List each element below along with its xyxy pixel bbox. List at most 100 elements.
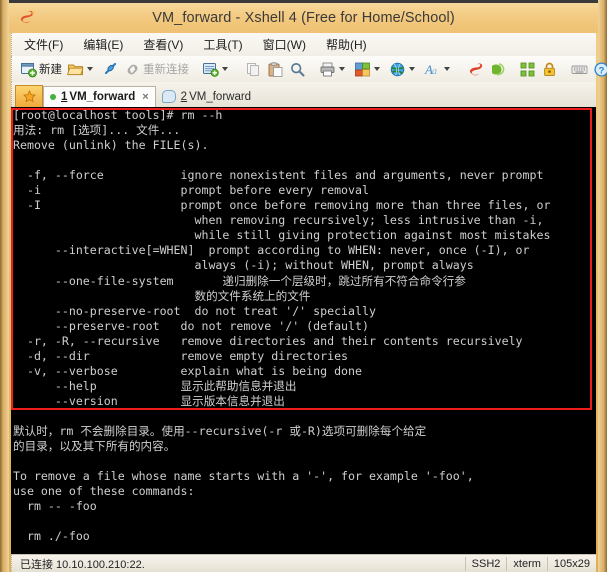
menu-view[interactable]: 查看(V) xyxy=(143,34,192,55)
terminal-line: -f, --force ignore nonexistent files and… xyxy=(13,168,544,183)
xftp-button[interactable] xyxy=(487,58,508,80)
terminal-line: --one-file-system 递归删除一个层级时，跳过所有不符合命令行参 xyxy=(13,273,466,288)
terminal-line: Remove (unlink) the FILE(s). xyxy=(13,138,209,153)
open-folder-icon xyxy=(67,64,84,75)
session-manager-icon xyxy=(203,62,219,77)
xshell-button[interactable] xyxy=(465,58,486,80)
xshell-red-icon xyxy=(469,62,483,75)
tab-1-number: 1 xyxy=(61,91,68,103)
print-icon xyxy=(320,62,335,76)
font-caret-icon[interactable] xyxy=(444,67,450,71)
find-button[interactable] xyxy=(287,58,308,80)
lock-button[interactable] xyxy=(539,58,560,80)
status-bar: 已连接 10.10.100.210:22. SSH2 xterm 105x29 xyxy=(11,554,596,572)
status-connection: 已连接 10.10.100.210:22. xyxy=(20,558,145,571)
terminal-line: 用法: rm [选项]... 文件... xyxy=(13,123,181,138)
terminal-line: --interactive[=WHEN] prompt according to… xyxy=(13,243,530,258)
open-folder-button[interactable] xyxy=(65,58,99,80)
terminal-line: -v, --verbose explain what is being done xyxy=(13,363,363,378)
tab-2-number: 2 xyxy=(180,90,188,103)
tab-connected-dot-icon xyxy=(50,94,56,100)
terminal-line: when removing recursively; less intrusiv… xyxy=(13,213,544,228)
font-icon: A a xyxy=(424,62,437,77)
new-session-icon xyxy=(21,62,37,77)
arrange-windows-icon xyxy=(520,62,535,76)
svg-text:?: ? xyxy=(599,65,605,76)
menu-edit[interactable]: 编辑(E) xyxy=(83,34,132,55)
terminal-line: [root@localhost tools]# rm --h xyxy=(13,108,223,122)
tab-2-vm-forward[interactable]: 2 VM_forward xyxy=(156,86,257,107)
menu-window[interactable]: 窗口(W) xyxy=(263,34,315,55)
tab-bar: 1 VM_forward × 2 VM_forward xyxy=(11,82,596,107)
session-manager-caret-icon[interactable] xyxy=(222,67,228,71)
title-bar: VM_forward - Xshell 4 (Free for Home/Sch… xyxy=(9,3,598,33)
terminal-line: -d, --dir remove empty directories xyxy=(13,348,349,363)
menu-file[interactable]: 文件(F) xyxy=(24,34,72,55)
file-transfer-caret-icon[interactable] xyxy=(374,67,380,71)
print-button[interactable] xyxy=(317,58,351,80)
copy-button[interactable] xyxy=(243,58,264,80)
terminal-line: --no-preserve-root do not treat '/' spec… xyxy=(13,303,376,318)
print-caret-icon[interactable] xyxy=(339,67,345,71)
terminal-line: -I prompt once before removing more than… xyxy=(13,198,551,213)
terminal-line: while still giving protection against mo… xyxy=(13,228,551,243)
globe-caret-icon[interactable] xyxy=(409,67,415,71)
terminal-line: rm -- -foo xyxy=(13,499,97,514)
copy-icon xyxy=(247,62,259,76)
session-manager-button[interactable] xyxy=(200,58,234,80)
xshell-window: VM_forward - Xshell 4 (Free for Home/Sch… xyxy=(0,0,607,572)
terminal-line: 数的文件系统上的文件 xyxy=(13,288,311,303)
terminal-line: rm ./-foo xyxy=(13,529,90,544)
window-title: VM_forward - Xshell 4 (Free for Home/Sch… xyxy=(152,10,455,26)
terminal-line: use one of these commands: xyxy=(13,484,195,499)
terminal-line: -i prompt before every removal xyxy=(13,183,369,198)
connect-button[interactable] xyxy=(100,58,121,80)
open-folder-caret-icon[interactable] xyxy=(87,67,93,71)
font-button[interactable]: A a xyxy=(422,58,456,80)
terminal-line: 默认时，rm 不会删除目录。使用--recursive(-r 或-R)选项可删除… xyxy=(13,423,427,438)
svg-text:a: a xyxy=(432,66,437,77)
status-emulation: xterm xyxy=(506,556,547,571)
terminal-line: -r, -R, --recursive remove directories a… xyxy=(13,333,523,348)
reconnect-button[interactable]: 重新连接 xyxy=(122,58,191,80)
arrange-windows-button[interactable] xyxy=(517,58,538,80)
file-transfer-button[interactable] xyxy=(352,58,386,80)
reconnect-label: 重新连接 xyxy=(143,64,189,76)
globe-button[interactable] xyxy=(387,58,421,80)
status-size: 105x29 xyxy=(546,556,596,571)
toolbar: 新建 重新连接 A a ? xyxy=(11,56,607,82)
terminal-line: --help 显示此帮助信息并退出 xyxy=(13,378,297,393)
terminal-line: --version 显示版本信息并退出 xyxy=(13,393,285,408)
launcher-star-icon xyxy=(22,89,36,102)
file-transfer-icon xyxy=(355,62,370,76)
new-session-button[interactable]: 新建 xyxy=(18,58,64,80)
terminal-line: To remove a file whose name starts with … xyxy=(13,469,474,484)
launcher-button[interactable] xyxy=(15,85,43,107)
terminal-output: [root@localhost tools]# rm --h 用法: rm [选项… xyxy=(13,108,596,554)
keyboard-button[interactable] xyxy=(569,58,590,80)
tab-idle-bubble-icon xyxy=(161,90,176,103)
find-magnifier-icon xyxy=(291,62,305,76)
menu-bar: 文件(F) 编辑(E) 查看(V) 工具(T) 窗口(W) 帮助(H) xyxy=(11,33,596,56)
terminal-line: always (-i); without WHEN, prompt always xyxy=(13,258,474,273)
help-button[interactable]: ? xyxy=(591,58,607,80)
tab-1-close-icon[interactable]: × xyxy=(142,91,148,103)
xftp-green-icon xyxy=(492,62,505,75)
xshell-logo-icon xyxy=(17,8,37,28)
connect-plug-icon xyxy=(104,62,117,74)
tab-1-vm-forward[interactable]: 1 VM_forward × xyxy=(43,86,156,107)
menu-help[interactable]: 帮助(H) xyxy=(326,34,376,55)
terminal-pane[interactable]: [root@localhost tools]# rm --h 用法: rm [选项… xyxy=(11,107,596,554)
menu-tools[interactable]: 工具(T) xyxy=(203,34,251,55)
terminal-line: --preserve-root do not remove '/' (defau… xyxy=(13,318,369,333)
new-session-label: 新建 xyxy=(39,64,62,76)
tab-2-label: VM_forward xyxy=(189,90,252,103)
paste-icon xyxy=(268,61,283,77)
paste-button[interactable] xyxy=(265,58,286,80)
window-frame-right xyxy=(598,0,607,572)
status-protocol: SSH2 xyxy=(464,556,507,571)
